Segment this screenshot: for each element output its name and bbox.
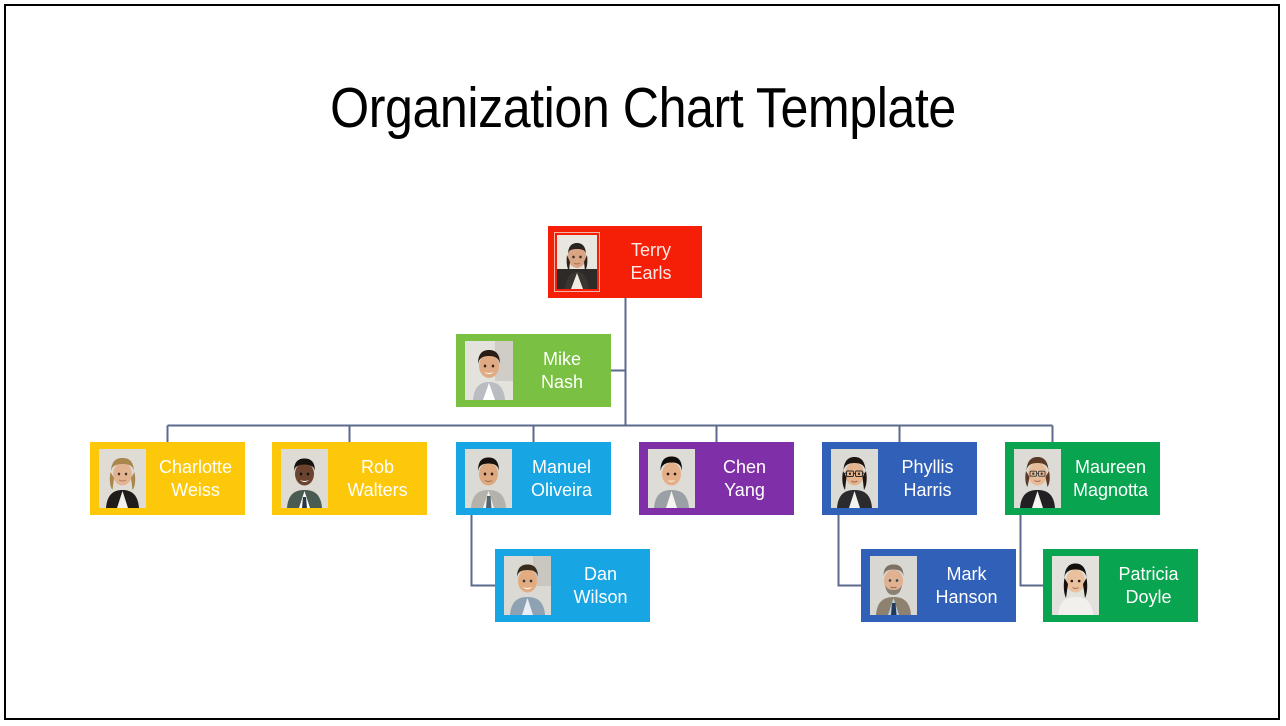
org-node-label: Charlotte Weiss <box>158 456 233 500</box>
org-node-phyllis-harris[interactable]: Phyllis Harris <box>822 442 977 515</box>
black-man-suit-portrait-icon <box>281 449 328 508</box>
older-man-beard-tie-portrait-icon <box>870 556 917 615</box>
org-node-label: Mark Hanson <box>935 563 998 607</box>
avatar <box>465 341 513 400</box>
avatar <box>1052 556 1099 615</box>
young-man-portrait-icon <box>648 449 695 508</box>
woman-short-brown-hair-portrait-icon <box>1014 449 1061 508</box>
org-node-maureen-magnotta[interactable]: Maureen Magnotta <box>1005 442 1160 515</box>
org-node-label: Rob Walters <box>347 456 408 500</box>
org-node-label: Phyllis Harris <box>901 456 954 500</box>
org-node-label: Dan Wilson <box>573 563 628 607</box>
org-node-terry-earls[interactable]: Terry Earls <box>548 226 702 298</box>
asian-woman-portrait-icon <box>1052 556 1099 615</box>
org-node-label: Maureen Magnotta <box>1072 456 1149 500</box>
org-node-dan-wilson[interactable]: Dan Wilson <box>495 549 650 622</box>
edge-manuel-oliveira-to-dan-wilson <box>470 515 495 587</box>
org-node-charlotte-weiss[interactable]: Charlotte Weiss <box>90 442 245 515</box>
edge-phyllis-harris-to-mark-hanson <box>837 515 861 587</box>
photo-frame <box>554 232 600 292</box>
avatar <box>1014 449 1061 508</box>
org-node-manuel-oliveira[interactable]: Manuel Oliveira <box>456 442 611 515</box>
avatar <box>465 449 512 508</box>
org-node-label: Chen Yang <box>722 456 767 500</box>
edge-maureen-magnotta-to-patricia-doyle <box>1019 515 1043 587</box>
avatar <box>557 235 597 289</box>
avatar <box>648 449 695 508</box>
org-node-label: Patricia Doyle <box>1118 563 1179 607</box>
org-node-mike-nash[interactable]: Mike Nash <box>456 334 611 407</box>
woman-dark-hair-portrait-icon <box>557 235 597 289</box>
woman-glasses-portrait-icon <box>831 449 878 508</box>
org-node-label: Mike Nash <box>540 348 584 392</box>
blonde-woman-portrait-icon <box>99 449 146 508</box>
avatar <box>831 449 878 508</box>
avatar <box>504 556 551 615</box>
man-casual-smiling-portrait-icon <box>504 556 551 615</box>
org-node-patricia-doyle[interactable]: Patricia Doyle <box>1043 549 1198 622</box>
avatar <box>99 449 146 508</box>
org-node-label: Manuel Oliveira <box>530 456 592 500</box>
avatar <box>870 556 917 615</box>
org-node-mark-hanson[interactable]: Mark Hanson <box>861 549 1016 622</box>
org-node-label: Terry Earls <box>630 240 672 283</box>
page-title: Organization Chart Template <box>330 76 956 140</box>
avatar <box>281 449 328 508</box>
man-shirt-tie-portrait-icon <box>465 449 512 508</box>
org-node-rob-walters[interactable]: Rob Walters <box>272 442 427 515</box>
org-node-chen-yang[interactable]: Chen Yang <box>639 442 794 515</box>
slide-canvas: Organization Chart Template Terry Earls … <box>0 0 1286 726</box>
man-smiling-suit-portrait-icon <box>465 341 513 400</box>
